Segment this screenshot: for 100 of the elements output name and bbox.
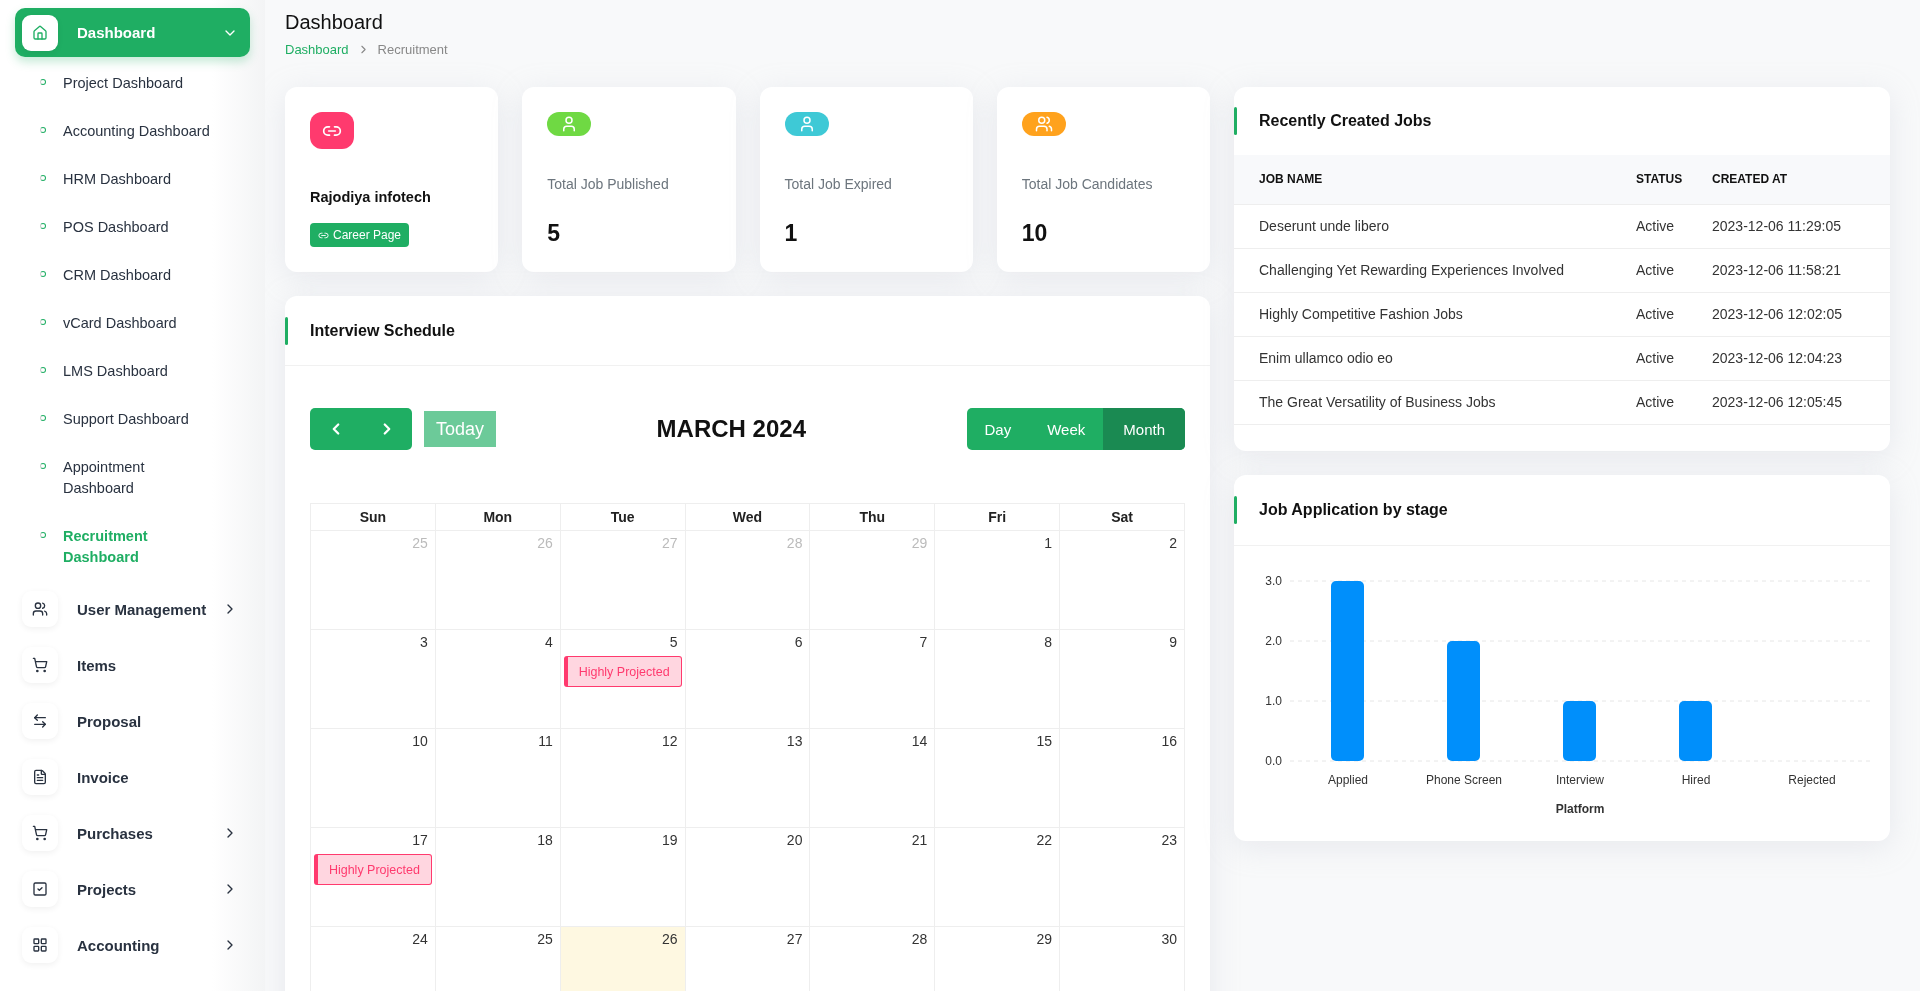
day-cell[interactable]: 7 <box>810 630 936 729</box>
day-cell[interactable]: 6 <box>685 630 811 729</box>
submenu-item[interactable]: LMS Dashboard <box>37 347 250 395</box>
day-number: 26 <box>662 931 679 947</box>
menu-icon <box>22 591 58 627</box>
table-cell: Active <box>1636 292 1712 336</box>
x-tick-label: Interview <box>1556 772 1604 787</box>
day-number: 15 <box>1036 733 1054 749</box>
day-number: 25 <box>537 931 554 947</box>
day-cell[interactable]: 8 <box>935 630 1061 729</box>
day-cell[interactable]: 15 <box>935 729 1061 828</box>
day-number: 20 <box>786 832 804 848</box>
day-number: 21 <box>911 832 929 848</box>
day-cell[interactable]: 10 <box>311 729 436 828</box>
submenu-item[interactable]: Appointment Dashboard <box>37 443 250 512</box>
card-title: Recently Created Jobs <box>1259 111 1432 131</box>
day-number: 17 <box>412 832 429 848</box>
day-cell[interactable]: 13 <box>685 729 811 828</box>
table-cell: Active <box>1636 336 1712 380</box>
y-tick-label: 1.0 <box>1265 693 1282 708</box>
day-cell[interactable]: 23 <box>1060 828 1185 927</box>
menu-icon <box>22 759 58 795</box>
day-number: 16 <box>1161 733 1178 749</box>
sidebar-item[interactable]: User Management <box>15 581 250 637</box>
view-tab[interactable]: Month <box>1103 408 1185 450</box>
submenu-item[interactable]: POS Dashboard <box>37 203 250 251</box>
day-cell[interactable]: 16 <box>1060 729 1185 828</box>
day-cell[interactable]: 12 <box>560 729 686 828</box>
table-cell: 2023-12-06 12:05:45 <box>1712 380 1890 424</box>
day-cell[interactable]: 20 <box>685 828 811 927</box>
submenu-item[interactable]: Support Dashboard <box>37 395 250 443</box>
day-number: 1 <box>1044 535 1054 551</box>
x-tick-label: Rejected <box>1788 772 1836 787</box>
x-axis-title: Platform <box>1555 801 1605 816</box>
card-title: Interview Schedule <box>310 320 455 341</box>
day-cell[interactable]: 1 <box>935 531 1061 630</box>
day-number: 14 <box>911 733 929 749</box>
day-number: 10 <box>412 733 429 749</box>
menu-icon <box>22 871 58 907</box>
day-cell[interactable]: 3 <box>311 630 436 729</box>
day-number: 19 <box>662 832 679 848</box>
submenu-item[interactable]: CRM Dashboard <box>37 251 250 299</box>
y-tick-label: 2.0 <box>1265 633 1282 648</box>
day-number: 23 <box>1161 832 1178 848</box>
day-number: 29 <box>1036 931 1054 947</box>
stat-label: Total Job Published <box>547 176 670 192</box>
column-header: JOB NAME <box>1234 155 1636 204</box>
page-title: Dashboard <box>285 11 384 34</box>
day-number: 30 <box>1161 931 1178 947</box>
day-number: 7 <box>919 634 929 650</box>
day-cell[interactable]: 14 <box>810 729 936 828</box>
table-cell: 2023-12-06 11:58:21 <box>1712 248 1890 292</box>
day-number: 8 <box>1044 634 1054 650</box>
day-cell[interactable]: 22 <box>935 828 1061 927</box>
sidebar-item[interactable]: Accounting <box>15 917 250 973</box>
menu-icon <box>22 815 58 851</box>
submenu-item[interactable]: Project Dashboard <box>37 59 250 107</box>
sidebar-item[interactable]: Projects <box>15 861 250 917</box>
submenu-item[interactable]: Accounting Dashboard <box>37 107 250 155</box>
menu-icon <box>22 703 58 739</box>
day-cell[interactable]: 5 Highly Projected <box>560 630 686 729</box>
sidebar-item[interactable]: Invoice <box>15 749 250 805</box>
day-cell[interactable]: 9 <box>1060 630 1185 729</box>
day-cell[interactable]: 19 <box>560 828 686 927</box>
day-cell[interactable]: 11 <box>435 729 561 828</box>
submenu-item[interactable]: vCard Dashboard <box>37 299 250 347</box>
table-cell: The Great Versatility of Business Jobs <box>1234 380 1636 424</box>
table-cell: Deserunt unde libero <box>1234 204 1636 248</box>
x-tick-label: Hired <box>1681 772 1711 787</box>
column-header: STATUS <box>1636 155 1712 204</box>
stat-value: 1 <box>784 220 799 247</box>
day-number: 4 <box>544 634 554 650</box>
day-number: 29 <box>911 535 929 551</box>
table-cell: Enim ullamco odio eo <box>1234 336 1636 380</box>
card-title: Job Application by stage <box>1259 499 1448 520</box>
day-number: 18 <box>537 832 554 848</box>
day-cell[interactable]: 2 <box>1060 531 1185 630</box>
submenu-item[interactable]: HRM Dashboard <box>37 155 250 203</box>
stat-value: 5 <box>547 220 562 247</box>
sidebar-item[interactable]: Proposal <box>15 693 250 749</box>
day-number: 2 <box>1169 535 1178 551</box>
y-tick-label: 3.0 <box>1265 573 1282 588</box>
sidebar-item[interactable]: Items <box>15 637 250 693</box>
day-cell[interactable]: 21 <box>810 828 936 927</box>
menu-icon <box>22 14 58 51</box>
table-cell: Active <box>1636 248 1712 292</box>
day-number: 22 <box>1036 832 1054 848</box>
day-cell[interactable]: 17 Highly Projected <box>311 828 436 927</box>
day-number: 13 <box>786 733 804 749</box>
table-cell: 2023-12-06 11:29:05 <box>1712 204 1890 248</box>
day-number: 3 <box>420 634 429 650</box>
stat-label: Total Job Candidates <box>1021 176 1154 192</box>
day-cell[interactable]: 4 <box>435 630 561 729</box>
day-cell[interactable]: 18 <box>435 828 561 927</box>
day-number: 9 <box>1169 634 1178 650</box>
month-title: MARCH 2024 <box>655 415 807 443</box>
day-number: 28 <box>911 931 929 947</box>
table-cell: Highly Competitive Fashion Jobs <box>1234 292 1636 336</box>
day-cell[interactable]: 26 <box>560 927 686 991</box>
sidebar-item[interactable]: Purchases <box>15 805 250 861</box>
